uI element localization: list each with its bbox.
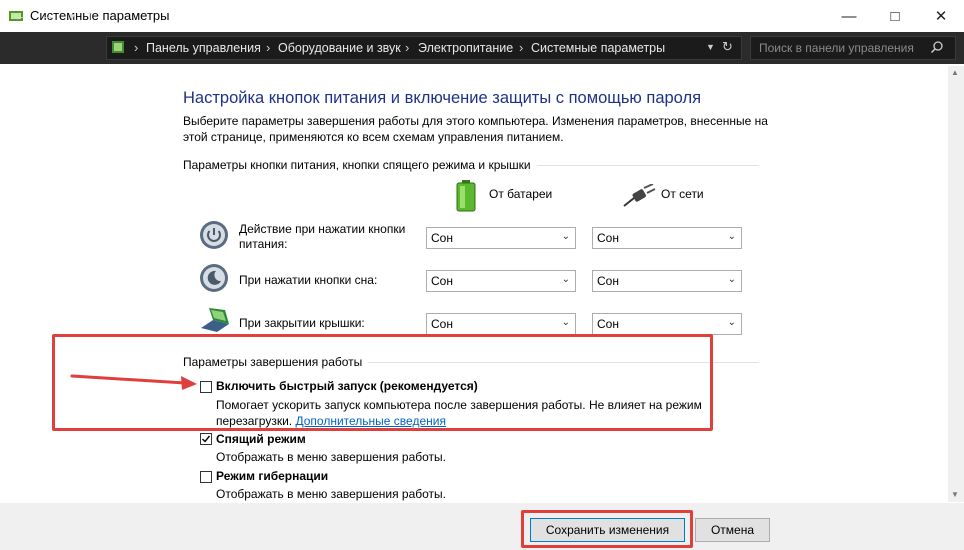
page-title: Настройка кнопок питания и включение защ… (183, 89, 702, 107)
chevron-down-icon: ⌄ (727, 317, 736, 328)
scroll-up-icon[interactable]: ▲ (951, 68, 959, 77)
breadcrumb-separator-icon: › (134, 40, 139, 55)
chevron-down-icon: ⌄ (727, 274, 736, 285)
sleep-button-battery-select[interactable]: Сон ⌄ (426, 270, 576, 292)
annotation-highlight-save (521, 510, 693, 548)
breadcrumb-separator-icon: › (405, 40, 410, 55)
address-dropdown-chevron-icon[interactable]: ▼ (706, 42, 715, 52)
sleep-mode-checkbox[interactable] (200, 433, 212, 445)
sleep-button-action-label: При нажатии кнопки сна: (239, 273, 378, 287)
select-value: Сон (597, 231, 619, 245)
ac-column-header: От сети (661, 187, 704, 201)
battery-column-header: От батареи (489, 187, 553, 201)
page-description: Выберите параметры завершения работы для… (183, 114, 768, 144)
up-arrow-icon[interactable]: ↑ (86, 8, 94, 24)
title-bar: Системные параметры — □ ✕ (0, 0, 964, 32)
select-value: Сон (597, 317, 619, 331)
power-buttons-group-title: Параметры кнопки питания, кнопки спящего… (183, 158, 537, 172)
hibernate-label[interactable]: Режим гибернации (216, 469, 328, 483)
lid-close-action-label: При закрытии крышки: (239, 316, 365, 330)
sleep-button-ac-select[interactable]: Сон ⌄ (592, 270, 742, 292)
sleep-button-icon (199, 263, 229, 298)
breadcrumb-separator-icon: › (519, 40, 524, 55)
search-placeholder: Поиск в панели управления (759, 41, 914, 55)
breadcrumb-system-settings[interactable]: Системные параметры (531, 41, 665, 55)
breadcrumb-control-panel[interactable]: Панель управления (146, 41, 261, 55)
power-button-icon (199, 220, 229, 255)
breadcrumb-power-options[interactable]: Электропитание (418, 41, 513, 55)
annotation-arrow-icon (70, 370, 200, 395)
power-plug-icon (622, 183, 656, 213)
select-value: Сон (431, 317, 453, 331)
select-value: Сон (597, 274, 619, 288)
refresh-icon[interactable]: ↻ (722, 39, 733, 55)
cancel-button[interactable]: Отмена (695, 518, 770, 542)
close-button[interactable]: ✕ (918, 0, 964, 32)
breadcrumb-hardware-sound[interactable]: Оборудование и звук (278, 41, 401, 55)
sleep-mode-description: Отображать в меню завершения работы. (216, 450, 447, 464)
minimize-button[interactable]: — (826, 0, 872, 32)
breadcrumb-separator-icon: › (266, 40, 271, 55)
chevron-down-icon: ⌄ (561, 317, 570, 328)
battery-icon (455, 180, 477, 217)
power-button-battery-select[interactable]: Сон ⌄ (426, 227, 576, 249)
forward-arrow-icon[interactable]: → (40, 8, 55, 24)
footer-bar (0, 503, 964, 550)
hibernate-description: Отображать в меню завершения работы. (216, 487, 447, 501)
chevron-down-icon: ⌄ (727, 231, 736, 242)
chevron-down-icon: ⌄ (561, 274, 570, 285)
select-value: Сон (431, 274, 453, 288)
select-value: Сон (431, 231, 453, 245)
search-icon[interactable] (930, 40, 944, 59)
recent-locations-chevron-icon[interactable]: ▼ (67, 10, 77, 26)
scroll-down-icon[interactable]: ▼ (951, 490, 959, 499)
power-button-ac-select[interactable]: Сон ⌄ (592, 227, 742, 249)
lid-close-ac-select[interactable]: Сон ⌄ (592, 313, 742, 335)
lid-close-battery-select[interactable]: Сон ⌄ (426, 313, 576, 335)
control-panel-icon (110, 39, 126, 55)
power-button-action-label: Действие при нажатии кнопки питания: (239, 222, 406, 251)
maximize-button[interactable]: □ (872, 0, 918, 32)
chevron-down-icon: ⌄ (561, 231, 570, 242)
checkmark-icon (202, 435, 211, 443)
sleep-mode-label[interactable]: Спящий режим (216, 432, 306, 446)
vertical-scrollbar[interactable] (948, 66, 964, 502)
back-arrow-icon[interactable]: ← (12, 8, 27, 24)
hibernate-checkbox[interactable] (200, 471, 212, 483)
